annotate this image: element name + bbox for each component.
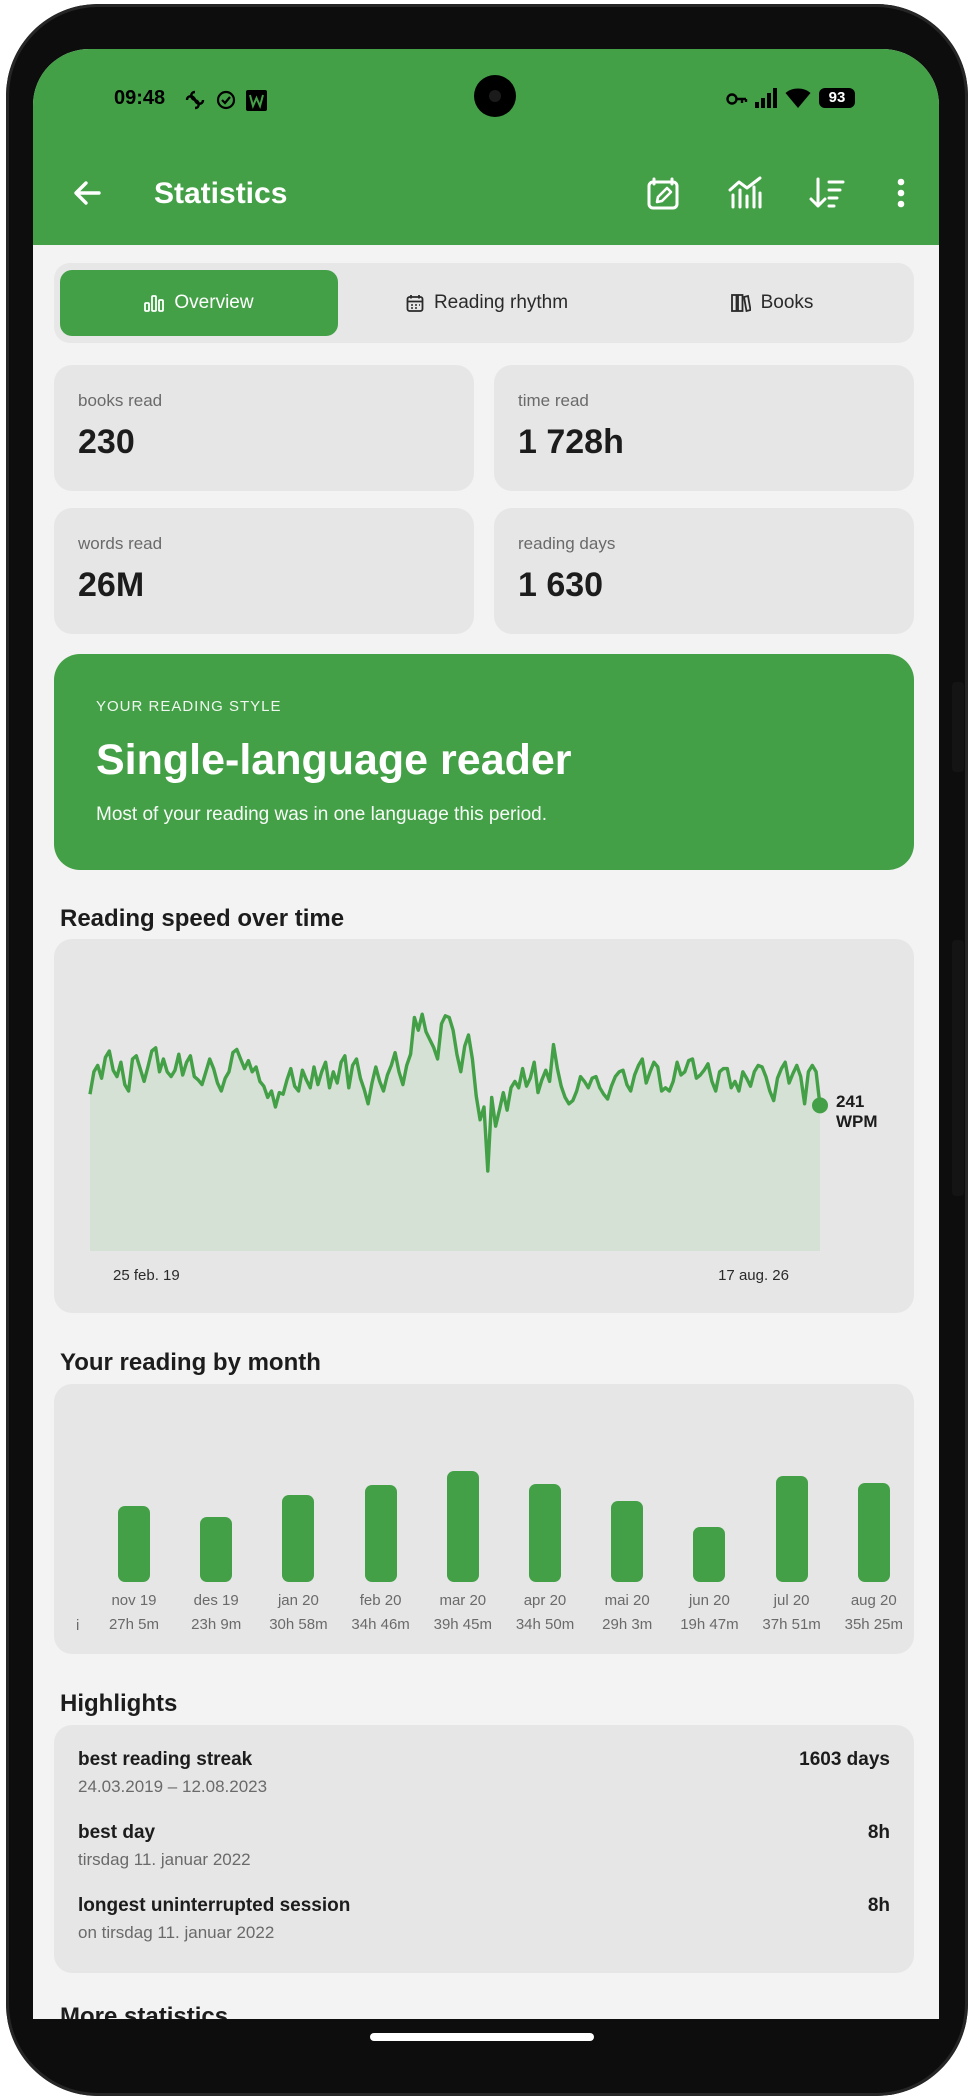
stat-value: 1 630	[518, 566, 604, 604]
month-bar[interactable]	[693, 1526, 726, 1582]
edit-goals-icon[interactable]	[643, 173, 683, 213]
chart-icon[interactable]	[725, 173, 765, 213]
highlight-subtitle: tirsdag 11. januar 2022	[78, 1850, 251, 1869]
tab-bar: Overview Reading rhythm Books	[54, 263, 914, 343]
highlight-title: best reading streak	[78, 1749, 253, 1770]
stat-label: time read	[518, 391, 589, 410]
month-bar[interactable]	[446, 1470, 479, 1582]
speed-section-title: Reading speed over time	[60, 905, 345, 932]
reading-style-card: YOUR READING STYLE Single-language reade…	[54, 654, 914, 870]
month-bar[interactable]	[282, 1495, 315, 1582]
highlight-title: best day	[78, 1822, 156, 1843]
stat-card-reading-days: reading days 1 630	[494, 508, 914, 634]
highlights-card: best reading streak 24.03.2019 – 12.08.2…	[54, 1725, 914, 1973]
bar-chart-icon	[144, 295, 165, 312]
stat-card-books-read: books read 230	[54, 365, 474, 491]
month-bar[interactable]	[364, 1484, 397, 1582]
wifi-icon	[785, 88, 811, 108]
month-bar[interactable]	[529, 1484, 561, 1582]
reading-style-description: Most of your reading was in one language…	[96, 804, 547, 825]
power-button	[952, 940, 964, 1196]
speed-line-chart	[88, 1012, 828, 1251]
signal-icon	[755, 88, 777, 108]
stat-card-words-read: words read 26M	[54, 508, 474, 634]
month-bar[interactable]	[611, 1500, 644, 1582]
volume-button	[952, 682, 964, 772]
month-bar-chart-card[interactable]: i nov 19 27h 5m des 19 23h 9m jan 20 30h 58m f…	[54, 1384, 914, 1654]
front-camera	[474, 75, 516, 117]
stat-label: words read	[78, 534, 163, 553]
tab-reading-rhythm[interactable]: Reading rhythm	[352, 270, 622, 336]
books-icon	[730, 294, 751, 312]
tab-overview-label: Overview	[174, 292, 254, 313]
speed-chart-card: 25 feb. 19 17 aug. 26 241 WPM	[54, 939, 914, 1313]
stat-value: 26M	[78, 566, 145, 604]
app-notification-icon	[185, 90, 205, 110]
speed-end-label: 17 aug. 26	[718, 1267, 789, 1284]
stat-value: 1 728h	[518, 423, 624, 461]
reading-style-title: Single-language reader	[96, 736, 572, 784]
highlight-value: 8h	[867, 1822, 890, 1843]
month-bar[interactable]	[118, 1506, 150, 1582]
speed-current-value: 241	[836, 1092, 865, 1111]
highlight-title: longest uninterrupted session	[78, 1895, 351, 1916]
speed-current-label: 241 WPM	[836, 1092, 878, 1132]
highlight-value: 1603 days	[799, 1749, 890, 1770]
stat-label: books read	[78, 391, 163, 410]
stat-card-time-read: time read 1 728h	[494, 365, 914, 491]
month-section-title: Your reading by month	[60, 1349, 321, 1376]
clipped-month-label: i	[76, 1617, 80, 1634]
tab-books-label: Books	[760, 292, 814, 313]
month-hours-label: 35h 25m	[844, 1616, 903, 1633]
month-bar[interactable]	[857, 1482, 890, 1582]
sort-icon[interactable]	[807, 173, 847, 213]
month-bar[interactable]	[200, 1517, 233, 1582]
speed-last-point	[812, 1097, 828, 1114]
highlight-subtitle: on tirsdag 11. januar 2022	[78, 1923, 275, 1942]
back-arrow-icon[interactable]	[67, 173, 107, 213]
highlights-title: Highlights	[60, 1690, 178, 1717]
stat-value: 230	[78, 423, 135, 461]
highlight-subtitle: 24.03.2019 – 12.08.2023	[78, 1777, 268, 1796]
next-section-title: More statistics	[60, 2003, 229, 2019]
reading-style-eyebrow: YOUR READING STYLE	[96, 698, 282, 715]
tab-books[interactable]: Books	[636, 270, 908, 336]
app-screen: 09:48 93 Statistics Overview Reading rhy…	[33, 49, 939, 2019]
status-time: 09:48	[114, 87, 166, 109]
battery-indicator: 93	[819, 88, 855, 108]
w-app-icon	[246, 90, 267, 111]
calendar-icon	[406, 295, 424, 312]
tab-overview[interactable]: Overview	[60, 270, 338, 336]
home-indicator[interactable]	[370, 2033, 594, 2041]
phone-frame: 09:48 93 Statistics Overview Reading rhy…	[6, 4, 968, 2096]
speed-current-unit: WPM	[836, 1112, 878, 1131]
stat-label: reading days	[518, 534, 616, 553]
check-circle-icon	[216, 90, 236, 110]
highlight-value: 8h	[867, 1895, 890, 1916]
month-bar[interactable]	[775, 1476, 808, 1582]
speed-start-label: 25 feb. 19	[113, 1267, 180, 1284]
page-title: Statistics	[154, 177, 288, 210]
vpn-key-icon	[726, 93, 748, 105]
month-label: aug 20	[850, 1592, 897, 1609]
app-bar: 09:48 93 Statistics	[33, 49, 939, 245]
tab-reading-rhythm-label: Reading rhythm	[433, 292, 569, 313]
more-vert-icon[interactable]	[881, 173, 921, 213]
